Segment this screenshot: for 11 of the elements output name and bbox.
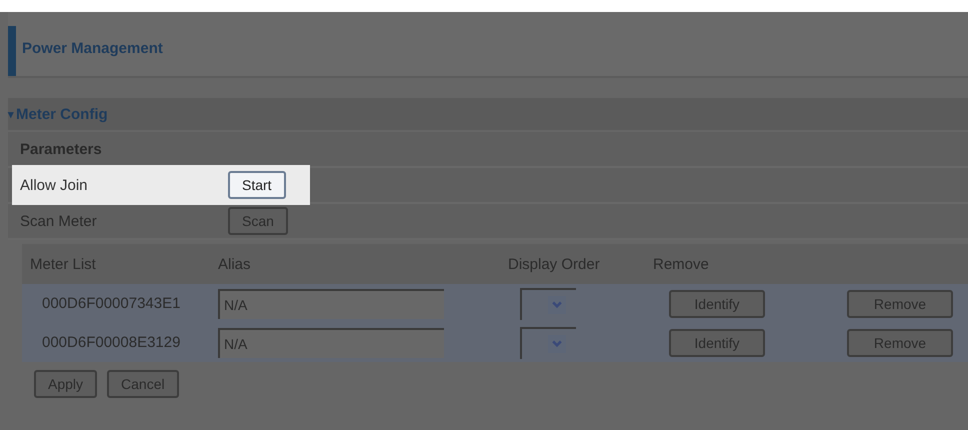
action-button[interactable]: Start: [228, 171, 286, 199]
page-title: Power Management: [22, 40, 163, 56]
alias-field[interactable]: N/A: [218, 288, 444, 318]
alias-field[interactable]: N/A: [218, 328, 444, 358]
section-header[interactable]: ▾Meter Config: [8, 98, 968, 132]
order-dropdown[interactable]: [520, 326, 576, 358]
table-cell-text: 000D6F00007343E1: [41, 295, 182, 312]
field-label: Allow Join: [20, 176, 89, 194]
table-cell-text: 000D6F00008E3129: [41, 334, 182, 351]
accent-bar: [8, 26, 16, 76]
order-dropdown[interactable]: [520, 288, 576, 320]
